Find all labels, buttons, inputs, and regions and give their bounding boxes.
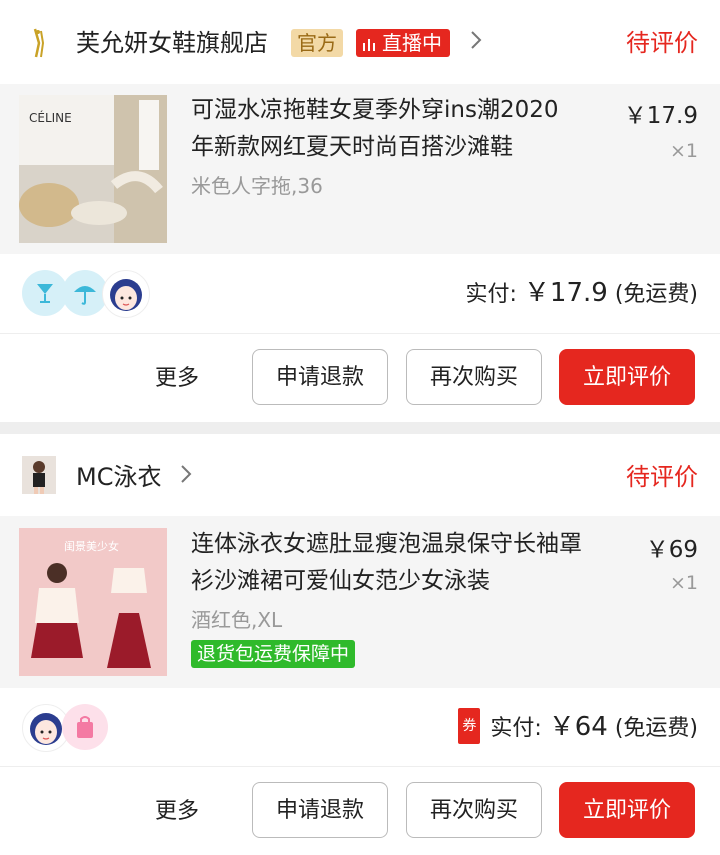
product-name-line1[interactable]: 可湿水凉拖鞋女夏季外穿ins潮2020 xyxy=(191,92,627,129)
request-refund-button[interactable]: 申请退款 xyxy=(252,349,388,405)
product-name-line2[interactable]: 年新款网红夏天时尚百搭沙滩鞋 xyxy=(191,129,627,166)
product-name-line1[interactable]: 连体泳衣女遮肚显瘦泡温泉保守长袖罩 xyxy=(191,526,627,563)
shop-name[interactable]: MC泳衣 xyxy=(76,460,161,494)
pay-note: (免运费) xyxy=(614,282,698,307)
shipping-guarantee-badge: 退货包运费保障中 xyxy=(191,640,356,668)
live-badge[interactable]: 直播中 xyxy=(356,29,450,57)
order-status: 待评价 xyxy=(626,29,698,57)
pay-note: (免运费) xyxy=(614,716,698,741)
buy-again-button[interactable]: 再次购买 xyxy=(406,349,542,405)
review-now-button[interactable]: 立即评价 xyxy=(559,782,695,838)
chevron-right-icon[interactable] xyxy=(470,30,482,56)
shop-logo-icon xyxy=(22,456,56,494)
product-thumbnail[interactable]: 闺景美少女 xyxy=(19,528,167,676)
avatar-girl-icon[interactable] xyxy=(102,270,150,318)
payment-row: 实付: ￥17.9 (免运费) xyxy=(0,254,720,332)
product-quantity: ×1 xyxy=(669,572,698,594)
shop-name[interactable]: 芙允妍女鞋旗舰店 xyxy=(76,26,268,60)
shop-header[interactable]: MC泳衣 待评价 xyxy=(0,434,720,518)
review-now-button[interactable]: 立即评价 xyxy=(559,349,695,405)
product-price: ￥17.9 xyxy=(623,103,698,129)
buy-again-button[interactable]: 再次购买 xyxy=(406,782,542,838)
shop-header[interactable]: 芙允妍女鞋旗舰店 官方 直播中 待评价 xyxy=(0,0,720,84)
product-item[interactable]: 闺景美少女 连体泳衣女遮肚显瘦泡温泉保守长袖罩 衫沙滩裙可爱仙女范少女泳装 酒红… xyxy=(0,516,720,688)
coupon-tag: 券 xyxy=(458,708,481,744)
live-bars-icon xyxy=(362,31,376,59)
order-card-2: MC泳衣 待评价 闺景美少女 连体泳衣女遮肚显瘦泡温泉保守长袖罩 衫沙滩裙可爱仙… xyxy=(0,434,720,855)
shop-logo-icon xyxy=(22,26,56,60)
product-item[interactable]: CÉLINE 可湿水凉拖鞋女夏季外穿ins潮2020 年新款网红夏天时尚百搭沙滩… xyxy=(0,84,720,254)
bag-icon[interactable] xyxy=(62,704,108,750)
payment-summary: 实付: ￥17.9 (免运费) xyxy=(466,276,699,312)
product-name-line2[interactable]: 衫沙滩裙可爱仙女范少女泳装 xyxy=(191,563,627,600)
more-button[interactable]: 更多 xyxy=(155,360,199,392)
pay-amount: ￥17.9 xyxy=(523,278,608,308)
product-quantity: ×1 xyxy=(669,140,698,162)
chevron-right-icon[interactable] xyxy=(180,464,192,490)
order-status: 待评价 xyxy=(626,463,698,491)
request-refund-button[interactable]: 申请退款 xyxy=(252,782,388,838)
live-badge-label: 直播中 xyxy=(382,31,442,55)
order-card-1: 芙允妍女鞋旗舰店 官方 直播中 待评价 CÉLINE 可湿水凉拖鞋女夏季外穿in… xyxy=(0,0,720,422)
pay-amount: ￥64 xyxy=(548,712,608,742)
product-sku: 酒红色,XL xyxy=(191,608,283,632)
payment-row: 券实付: ￥64 (免运费) xyxy=(0,688,720,766)
pay-label: 实付: xyxy=(465,282,517,307)
action-row: 更多 申请退款 再次购买 立即评价 xyxy=(0,333,720,422)
payment-summary: 券实付: ￥64 (免运费) xyxy=(458,708,698,747)
official-badge: 官方 xyxy=(291,29,343,57)
pay-label: 实付: xyxy=(490,716,542,741)
thumb-caption: 闺景美少女 xyxy=(64,539,119,553)
product-sku: 米色人字拖,36 xyxy=(191,174,323,198)
more-button[interactable]: 更多 xyxy=(155,793,199,825)
product-price: ￥69 xyxy=(645,537,698,563)
thumb-brand: CÉLINE xyxy=(29,110,72,125)
product-thumbnail[interactable]: CÉLINE xyxy=(19,95,167,243)
action-row: 更多 申请退款 再次购买 立即评价 xyxy=(0,766,720,855)
